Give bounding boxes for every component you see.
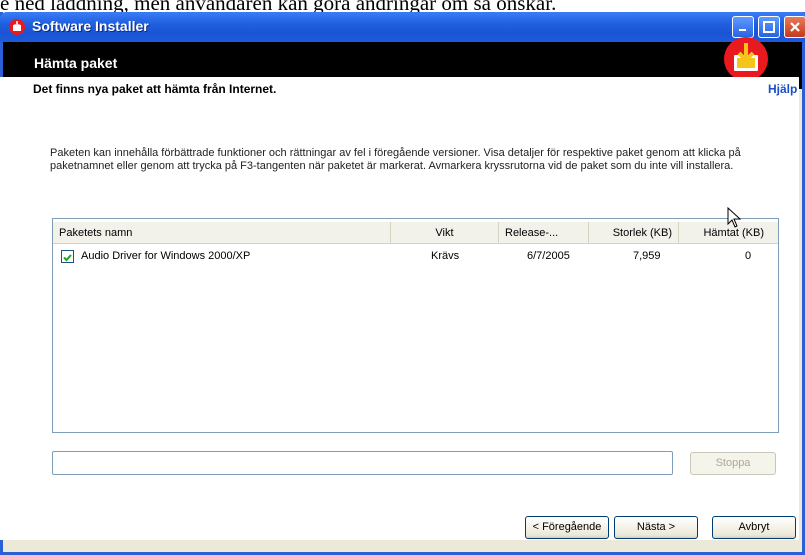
help-link[interactable]: Hjälp [768,82,797,96]
close-icon [790,22,800,32]
page-title: Hämta paket [34,55,118,71]
package-weight: Krävs [431,250,460,262]
list-header: Paketets namn Vikt Release-... Storlek (… [53,222,778,244]
cancel-button[interactable]: Avbryt [712,516,796,539]
package-name[interactable]: Audio Driver for Windows 2000/XP [81,247,250,265]
maximize-button[interactable] [758,16,780,38]
package-list[interactable]: Paketets namn Vikt Release-... Storlek (… [52,218,779,433]
column-header-size[interactable]: Storlek (KB) [589,222,679,244]
download-progress-bar [52,451,673,475]
window-title: Software Installer [32,18,149,34]
previous-button[interactable]: < Föregående [525,516,609,539]
table-row[interactable]: Audio Driver for Windows 2000/XP Krävs 6… [53,247,778,265]
package-checkbox[interactable] [61,250,74,263]
title-bar[interactable]: Software Installer [0,12,805,42]
minimize-button[interactable] [732,16,754,38]
checkmark-icon [63,254,72,262]
mouse-pointer-icon [727,207,742,228]
package-size: 7,959 [633,250,661,262]
column-header-release[interactable]: Release-... [499,222,589,244]
maximize-icon [763,21,775,33]
column-header-weight[interactable]: Vikt [391,222,499,244]
stop-button[interactable]: Stoppa [690,452,776,475]
package-release: 6/7/2005 [527,250,570,262]
close-button[interactable] [784,16,805,38]
package-downloaded: 0 [745,250,752,262]
column-header-name[interactable]: Paketets namn [53,222,391,244]
instructions-text: Paketen kan innehålla förbättrade funkti… [50,147,741,172]
installer-icon [9,19,25,35]
minimize-icon [739,29,746,31]
page-subtitle: Det finns nya paket att hämta från Inter… [33,82,277,96]
download-logo-icon [724,37,768,81]
next-button[interactable]: Nästa > [614,516,698,539]
